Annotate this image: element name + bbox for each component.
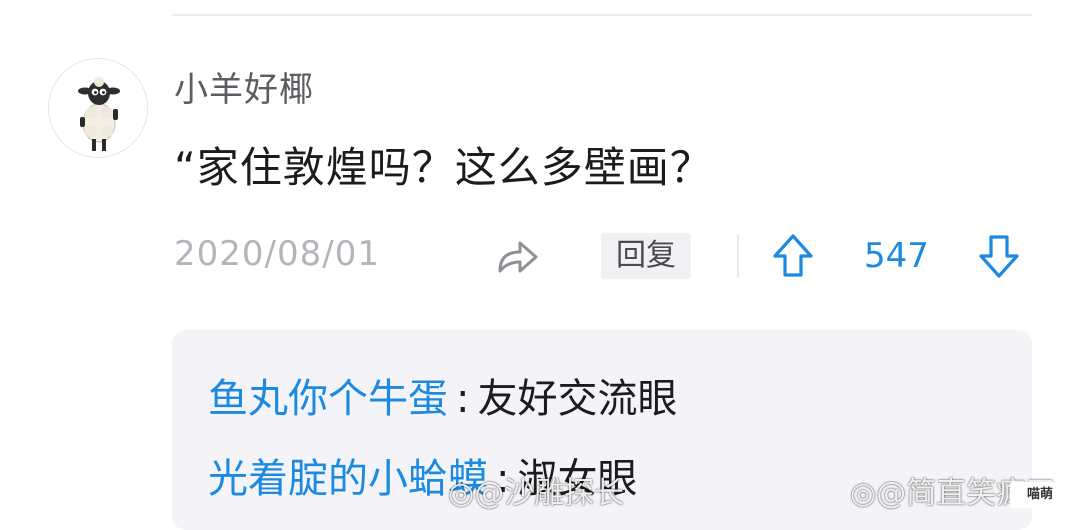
share-arrow-icon: [498, 241, 538, 273]
reply-separator: :: [456, 376, 470, 422]
watermark-left-text: @沙雕探长: [474, 476, 625, 511]
comment-text: “家住敦煌吗？这么多壁画？: [174, 143, 713, 192]
user-avatar[interactable]: [48, 58, 148, 158]
watermark-left: ◎@沙雕探长: [448, 468, 624, 512]
reply-author[interactable]: 光着腚的小蛤蟆: [208, 456, 488, 502]
reply-button[interactable]: 回复: [601, 233, 691, 279]
downvote-button[interactable]: [976, 232, 1022, 280]
weibo-watermark-icon: ◎: [850, 476, 877, 511]
comment-date: 2020/08/01: [174, 234, 380, 274]
comment-username[interactable]: 小羊好椰: [174, 62, 314, 111]
vote-count: 547: [864, 236, 929, 276]
arrow-up-icon: [773, 234, 813, 277]
site-logo-watermark: 喵萌: [1010, 482, 1070, 508]
reply-item[interactable]: 鱼丸你个牛蛋: 友好交流眼: [208, 366, 677, 424]
weibo-watermark-icon: ◎: [448, 476, 475, 511]
sheep-avatar-icon: [78, 77, 120, 151]
top-divider: [172, 14, 1032, 16]
action-divider: [737, 234, 739, 278]
upvote-button[interactable]: [770, 232, 816, 280]
arrow-down-icon: [979, 235, 1019, 278]
share-button[interactable]: [494, 235, 542, 279]
reply-text: 友好交流眼: [477, 376, 678, 422]
reply-author[interactable]: 鱼丸你个牛蛋: [208, 376, 448, 422]
